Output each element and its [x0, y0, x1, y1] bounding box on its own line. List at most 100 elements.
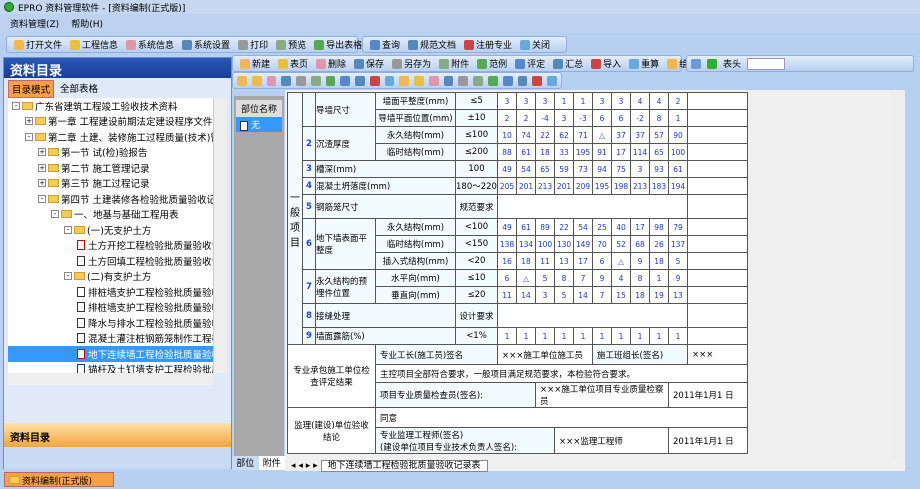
- measured-value[interactable]: 100: [535, 235, 555, 253]
- measured-value[interactable]: 52: [611, 235, 631, 253]
- measured-value[interactable]: 8: [649, 109, 669, 127]
- catalog-section-bar[interactable]: 资料目录: [4, 423, 231, 447]
- expand-toggle-icon[interactable]: -: [51, 210, 59, 219]
- measured-value[interactable]: 1: [554, 327, 574, 345]
- measured-value[interactable]: 1: [668, 327, 688, 345]
- measured-value[interactable]: △: [611, 252, 631, 270]
- toolbar-button-1[interactable]: 表页: [275, 57, 311, 70]
- expand-toggle-icon[interactable]: -: [64, 272, 72, 281]
- measured-value[interactable]: 88: [497, 143, 517, 161]
- measured-value[interactable]: 11: [497, 286, 517, 304]
- measured-value[interactable]: 75: [611, 160, 631, 178]
- measured-value[interactable]: 3: [554, 109, 574, 127]
- measured-value[interactable]: 2: [516, 109, 536, 127]
- measured-value[interactable]: 17: [630, 218, 650, 236]
- measured-value[interactable]: 65: [535, 160, 555, 178]
- format-tool-icon[interactable]: [237, 75, 247, 86]
- blank-values[interactable]: [497, 303, 688, 328]
- measured-value[interactable]: 5: [535, 269, 555, 287]
- toolbar-button-0[interactable]: 新建: [237, 57, 273, 70]
- extra-cell[interactable]: [687, 143, 748, 161]
- menu-data-management[interactable]: 资料管理(Z): [10, 17, 59, 30]
- format-tool-icon[interactable]: [458, 75, 469, 86]
- measured-value[interactable]: 1: [497, 327, 517, 345]
- tree-vscrollbar[interactable]: [213, 98, 227, 373]
- tree-node[interactable]: 排桩墙支护工程检验批质量验收记录表: [8, 284, 213, 300]
- format-tool-icon[interactable]: [414, 75, 424, 86]
- measured-value[interactable]: 18: [516, 252, 536, 270]
- measured-value[interactable]: 68: [630, 235, 650, 253]
- measured-value[interactable]: 1: [573, 327, 593, 345]
- measured-value[interactable]: 3: [592, 92, 612, 110]
- measured-value[interactable]: 17: [573, 252, 593, 270]
- format-tool-icon[interactable]: [488, 75, 498, 86]
- tree-hscrollbar[interactable]: [8, 373, 213, 385]
- measured-value[interactable]: 18: [535, 143, 555, 161]
- measured-value[interactable]: 1: [630, 327, 650, 345]
- measured-value[interactable]: 1: [611, 327, 631, 345]
- measured-value[interactable]: 65: [649, 143, 669, 161]
- format-tool-icon[interactable]: [296, 75, 306, 86]
- tree-node[interactable]: 土方开挖工程检验批质量验收记录表G: [8, 238, 213, 254]
- measured-value[interactable]: 11: [535, 252, 555, 270]
- extra-cell[interactable]: [687, 327, 748, 345]
- measured-value[interactable]: 94: [592, 160, 612, 178]
- measured-value[interactable]: 9: [630, 252, 650, 270]
- measured-value[interactable]: 9: [592, 269, 612, 287]
- measured-value[interactable]: 5: [668, 252, 688, 270]
- expand-toggle-icon[interactable]: +: [38, 148, 46, 157]
- toolbar-button-5[interactable]: 附件: [436, 57, 472, 70]
- measured-value[interactable]: 3: [535, 286, 555, 304]
- measured-value[interactable]: 25: [592, 218, 612, 236]
- measured-value[interactable]: 1: [554, 92, 574, 110]
- sheet-tab[interactable]: 地下连续墙工程检验批质量验收记录表: [320, 460, 488, 472]
- measured-value[interactable]: 14: [573, 286, 593, 304]
- measured-value[interactable]: 134: [516, 235, 536, 253]
- measured-value[interactable]: 15: [611, 286, 631, 304]
- expand-toggle-icon[interactable]: +: [25, 117, 33, 126]
- toolbar-button-8[interactable]: 汇总: [550, 57, 586, 70]
- measured-value[interactable]: 61: [516, 218, 536, 236]
- measured-value[interactable]: 100: [668, 143, 688, 161]
- measured-value[interactable]: 57: [649, 126, 669, 144]
- measured-value[interactable]: 26: [649, 235, 669, 253]
- tab-catalog-mode[interactable]: 目录模式: [8, 80, 55, 98]
- tree-node[interactable]: - 第四节 土建装修各检验批质量验收记录: [8, 191, 213, 207]
- menu-help[interactable]: 帮助(H): [71, 17, 103, 30]
- format-tool-icon[interactable]: [281, 75, 292, 86]
- measured-value[interactable]: 6: [611, 109, 631, 127]
- measured-value[interactable]: 1: [649, 327, 669, 345]
- format-tool-icon[interactable]: [517, 75, 528, 86]
- sheet-vscrollbar[interactable]: [891, 90, 905, 458]
- format-tool-icon[interactable]: [340, 75, 351, 86]
- measured-value[interactable]: 213: [535, 177, 555, 195]
- measured-value[interactable]: 14: [516, 286, 536, 304]
- measured-value[interactable]: 205: [497, 177, 517, 195]
- measured-value[interactable]: 79: [668, 218, 688, 236]
- measured-value[interactable]: 74: [516, 126, 536, 144]
- measured-value[interactable]: 7: [573, 269, 593, 287]
- measured-value[interactable]: 1: [592, 327, 612, 345]
- expand-toggle-icon[interactable]: -: [38, 194, 46, 203]
- measured-value[interactable]: 13: [554, 252, 574, 270]
- toolbar-button-3[interactable]: 保存: [351, 57, 387, 70]
- measured-value[interactable]: 2: [497, 109, 517, 127]
- extra-cell[interactable]: [687, 194, 748, 219]
- measured-value[interactable]: 16: [497, 252, 517, 270]
- measured-value[interactable]: 195: [573, 143, 593, 161]
- measured-value[interactable]: 18: [630, 286, 650, 304]
- measured-value[interactable]: 2: [668, 92, 688, 110]
- measured-value[interactable]: 22: [535, 126, 555, 144]
- tab-attachment[interactable]: 附件: [258, 456, 285, 470]
- measured-value[interactable]: △: [592, 126, 612, 144]
- format-tool-icon[interactable]: [310, 75, 321, 86]
- measured-value[interactable]: 13: [668, 286, 688, 304]
- measured-value[interactable]: 18: [649, 252, 669, 270]
- extra-cell[interactable]: [687, 303, 748, 328]
- status-button[interactable]: 资料编制(正式版): [4, 472, 114, 487]
- extra-cell[interactable]: [687, 160, 748, 178]
- extra-cell[interactable]: [687, 286, 748, 304]
- format-tool-icon[interactable]: [428, 75, 439, 86]
- measured-value[interactable]: 130: [554, 235, 574, 253]
- format-tool-icon[interactable]: [251, 75, 262, 86]
